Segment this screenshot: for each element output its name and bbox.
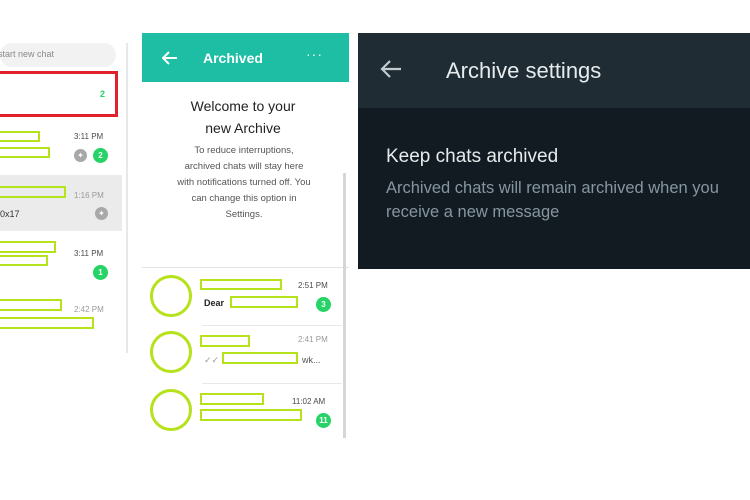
archived-header: Archived ··· [142, 33, 349, 82]
divider [202, 383, 342, 384]
archived-chat-row[interactable]: 11:02 AM 11 [142, 385, 342, 438]
archive-settings-panel: Archive settings Keep chats archived Arc… [358, 33, 750, 269]
archived-chat-row[interactable]: Dear 2:51 PM 3 [142, 269, 342, 325]
chat-time: 2:42 PM [74, 305, 104, 314]
redacted-preview [0, 255, 48, 266]
redacted-name [0, 186, 66, 198]
welcome-text: To reduce interruptions, archived chats … [177, 145, 311, 220]
redacted-preview [230, 296, 298, 308]
settings-title: Archive settings [446, 58, 602, 83]
archived-count: 2 [99, 89, 105, 99]
avatar [150, 389, 192, 431]
redacted-preview [222, 352, 298, 364]
settings-header: Archive settings [358, 33, 750, 108]
arrow-left-icon[interactable] [380, 60, 402, 78]
chat-row[interactable]: 0x17 1:16 PM ✦ [0, 175, 122, 231]
avatar [150, 275, 192, 317]
keep-chats-archived-setting[interactable]: Keep chats archived Archived chats will … [358, 108, 750, 269]
divider [202, 325, 342, 326]
redacted-name [200, 393, 264, 405]
header-title: Archived [203, 50, 263, 66]
unread-badge: 2 [93, 148, 108, 163]
archived-chat-row[interactable]: ✓✓ wk... 2:41 PM [142, 327, 342, 383]
chat-time: 2:51 PM [298, 281, 328, 290]
redacted-preview [0, 147, 50, 158]
pin-icon: ✦ [95, 207, 108, 220]
redacted-preview [0, 317, 94, 329]
redacted-name [0, 241, 56, 253]
redacted-name [200, 279, 282, 290]
scrollbar[interactable] [343, 173, 346, 438]
unread-badge: 3 [316, 297, 331, 312]
divider [142, 267, 349, 268]
search-placeholder: start new chat [0, 49, 55, 59]
redacted-preview [200, 409, 302, 421]
archived-row[interactable]: 2 [0, 71, 118, 117]
chat-row[interactable]: 3:11 PM 1 [0, 235, 122, 287]
arrow-left-icon[interactable] [162, 51, 178, 65]
chat-time: 3:11 PM [74, 132, 104, 141]
search-input[interactable]: start new chat [0, 43, 116, 67]
setting-title: Keep chats archived [386, 146, 559, 167]
chat-time: 2:41 PM [298, 335, 328, 344]
redacted-name [0, 131, 40, 142]
setting-description: Archived chats will remain archived when… [386, 179, 719, 221]
avatar [150, 331, 192, 373]
archived-panel: Archived ··· Welcome to your new Archive… [142, 33, 349, 438]
more-horizontal-icon[interactable]: ··· [306, 46, 323, 62]
chat-row[interactable]: 3:11 PM ✦ 2 [0, 123, 122, 175]
chat-list-panel: start new chat 2 3:11 PM ✦ 2 0x17 1:16 P… [0, 33, 130, 353]
scrollbar[interactable] [126, 43, 128, 353]
chat-time: 1:16 PM [74, 191, 104, 200]
chat-row[interactable]: 2:42 PM [0, 291, 122, 343]
chat-preview: wk... [302, 355, 321, 365]
redacted-name [0, 299, 62, 311]
pin-icon: ✦ [74, 149, 87, 162]
read-receipt-icon: ✓✓ [204, 355, 220, 365]
redacted-name [200, 335, 250, 347]
welcome-title: Welcome to your new Archive [190, 98, 296, 136]
unread-badge: 1 [93, 265, 108, 280]
chat-time: 11:02 AM [292, 397, 326, 406]
chat-time: 3:11 PM [74, 249, 104, 258]
chat-preview: 0x17 [0, 209, 20, 219]
unread-badge: 11 [316, 413, 331, 428]
chat-preview: Dear [204, 298, 225, 308]
